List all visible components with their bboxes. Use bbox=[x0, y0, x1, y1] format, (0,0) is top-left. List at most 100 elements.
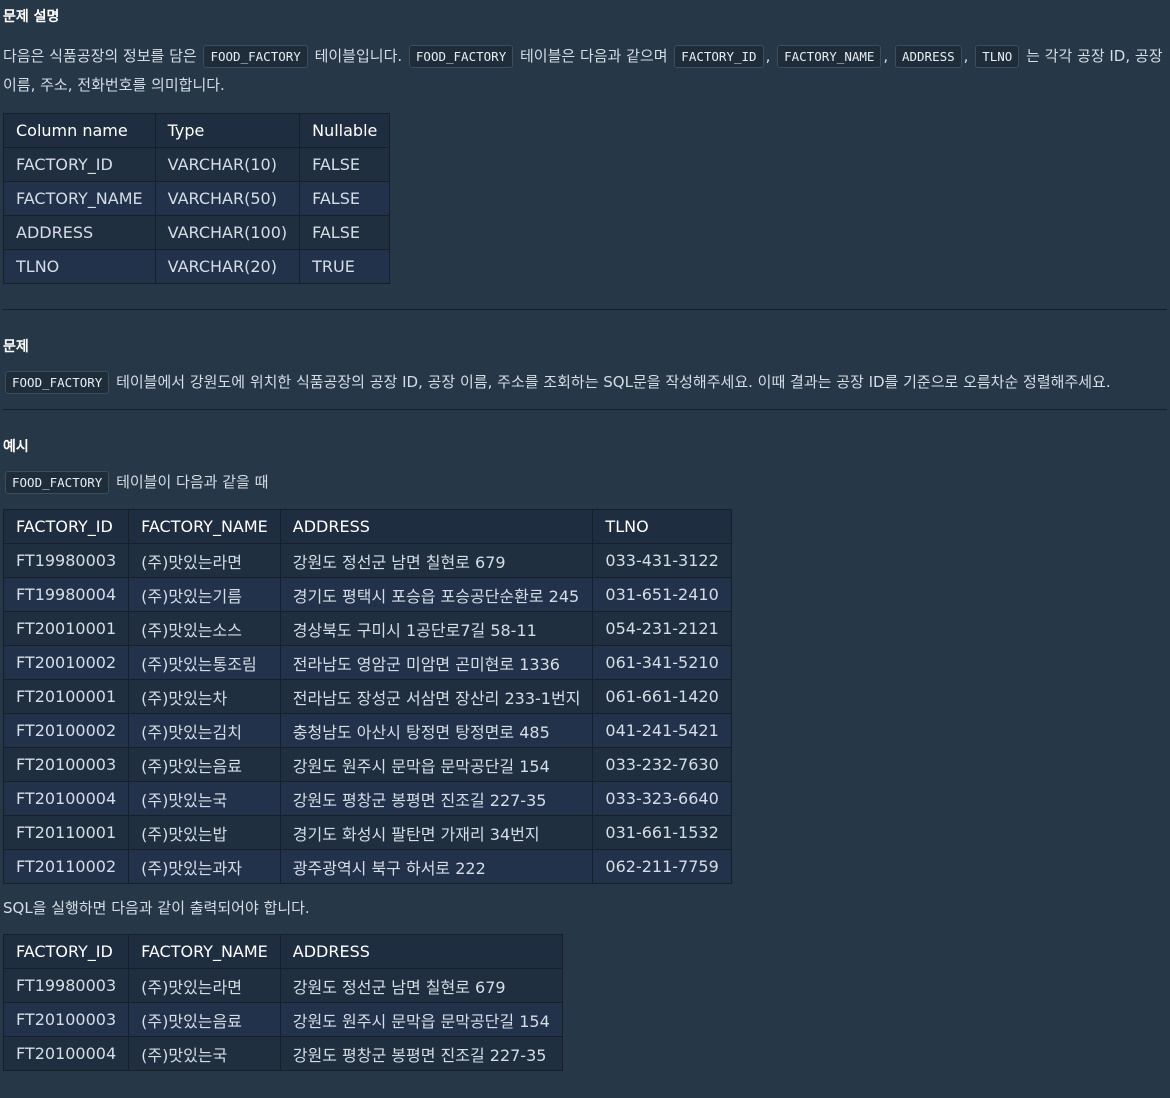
table-header-row: FACTORY_ID FACTORY_NAME ADDRESS bbox=[2, 934, 563, 969]
table-cell: VARCHAR(20) bbox=[154, 249, 301, 284]
table-row: FT19980003 (주)맛있는라면 강원도 정선군 남면 칠현로 679 bbox=[2, 968, 563, 1003]
table-cell: FT20100004 bbox=[2, 1036, 130, 1071]
table-row: FT20010002 (주)맛있는통조림 전라남도 영암군 미암면 곤미현로 133… bbox=[2, 645, 732, 680]
table-cell: (주)맛있는라면 bbox=[128, 968, 281, 1003]
table-cell: FALSE bbox=[299, 147, 391, 182]
table-cell: (주)맛있는과자 bbox=[128, 849, 281, 884]
table-cell: TRUE bbox=[299, 249, 391, 284]
column-header: FACTORY_ID bbox=[2, 934, 130, 969]
column-header: ADDRESS bbox=[279, 509, 594, 544]
column-header: Nullable bbox=[299, 113, 391, 148]
table-cell: 041-241-5421 bbox=[592, 713, 732, 748]
table-header-row: FACTORY_ID FACTORY_NAME ADDRESS TLNO bbox=[2, 509, 732, 544]
table-row: FT20100002 (주)맛있는김치 충청남도 아산시 탕정면 탕정면로 485 0… bbox=[2, 713, 732, 748]
inline-code: FOOD_FACTORY bbox=[203, 45, 308, 68]
table-cell: FACTORY_NAME bbox=[3, 181, 156, 216]
text-span: , bbox=[883, 47, 893, 65]
table-row: TLNO VARCHAR(20) TRUE bbox=[3, 249, 391, 284]
description-paragraph: 다음은 식품공장의 정보를 담은 FOOD_FACTORY 테이블입니다. FO… bbox=[3, 26, 1167, 99]
table-header-row: Column name Type Nullable bbox=[3, 113, 391, 148]
inline-code: FOOD_FACTORY bbox=[408, 45, 514, 68]
column-header: TLNO bbox=[592, 509, 732, 544]
table-row: FT20100004 (주)맛있는국 강원도 평창군 봉평면 진조길 227-35 bbox=[2, 1036, 563, 1071]
inline-code: FACTORY_ID bbox=[674, 45, 764, 68]
table-cell: (주)맛있는김치 bbox=[128, 713, 281, 748]
table-cell: FT19980004 bbox=[2, 577, 130, 612]
table-cell: 광주광역시 북구 하서로 222 bbox=[279, 849, 594, 884]
table-cell: (주)맛있는차 bbox=[128, 679, 281, 714]
table-cell: FT20100003 bbox=[2, 747, 130, 782]
table-row: FT19980003 (주)맛있는라면 강원도 정선군 남면 칠현로 679 033-… bbox=[2, 543, 732, 578]
table-row: FT20100003 (주)맛있는음료 강원도 원주시 문막읍 문막공단길 154 bbox=[2, 1002, 563, 1037]
table-cell: FT20100003 bbox=[2, 1002, 130, 1037]
table-cell: 031-651-2410 bbox=[592, 577, 732, 612]
table-cell: 충청남도 아산시 탕정면 탕정면로 485 bbox=[279, 713, 594, 748]
inline-code: FACTORY_NAME bbox=[777, 45, 882, 68]
table-cell: (주)맛있는국 bbox=[128, 781, 281, 816]
table-row: FT20010001 (주)맛있는소스 경상북도 구미시 1공단로7길 58-11 0… bbox=[2, 611, 732, 646]
table-cell: 강원도 평창군 봉평면 진조길 227-35 bbox=[279, 1036, 563, 1071]
table-cell: (주)맛있는기름 bbox=[128, 577, 281, 612]
table-cell: 054-231-2121 bbox=[592, 611, 732, 646]
table-cell: 강원도 정선군 남면 칠현로 679 bbox=[279, 543, 594, 578]
example-table: FACTORY_ID FACTORY_NAME ADDRESS TLNO FT19980… bbox=[2, 509, 732, 884]
result-table: FACTORY_ID FACTORY_NAME ADDRESS FT19980003(… bbox=[2, 934, 563, 1071]
text-span: 테이블에서 강원도에 위치한 식품공장의 공장 ID, 공장 이름, 주소를 조… bbox=[111, 373, 1111, 391]
table-cell: FT20010002 bbox=[2, 645, 130, 680]
text-span: 다음은 식품공장의 정보를 담은 bbox=[3, 47, 202, 65]
table-cell: 강원도 평창군 봉평면 진조길 227-35 bbox=[279, 781, 594, 816]
table-cell: FT20100002 bbox=[2, 713, 130, 748]
table-cell: FT19980003 bbox=[2, 543, 130, 578]
table-cell: FT20110001 bbox=[2, 815, 130, 850]
table-cell: 061-661-1420 bbox=[592, 679, 732, 714]
table-cell: 경기도 평택시 포승읍 포승공단순환로 245 bbox=[279, 577, 594, 612]
table-cell: (주)맛있는국 bbox=[128, 1036, 281, 1071]
text-span: , bbox=[765, 47, 776, 65]
column-header: FACTORY_NAME bbox=[128, 509, 281, 544]
table-cell: FT20110002 bbox=[2, 849, 130, 884]
table-row: FT20100003 (주)맛있는음료 강원도 원주시 문막읍 문막공단길 154 0… bbox=[2, 747, 732, 782]
inline-code: FOOD_FACTORY bbox=[5, 471, 110, 494]
table-cell: 강원도 정선군 남면 칠현로 679 bbox=[279, 968, 563, 1003]
table-cell: 033-232-7630 bbox=[592, 747, 732, 782]
table-cell: VARCHAR(50) bbox=[154, 181, 301, 216]
table-cell: (주)맛있는밥 bbox=[128, 815, 281, 850]
table-cell: 062-211-7759 bbox=[592, 849, 732, 884]
table-cell: TLNO bbox=[3, 249, 156, 284]
table-row: FT20100001 (주)맛있는차 전라남도 장성군 서삼면 장산리 233-1번… bbox=[2, 679, 732, 714]
table-cell: 강원도 원주시 문막읍 문막공단길 154 bbox=[279, 1002, 563, 1037]
inline-code: FOOD_FACTORY bbox=[5, 371, 110, 394]
table-row: FT20110002 (주)맛있는과자 광주광역시 북구 하서로 222 062-21… bbox=[2, 849, 732, 884]
table-cell: 031-661-1532 bbox=[592, 815, 732, 850]
section-title-description: 문제 설명 bbox=[3, 9, 60, 25]
table-row: FT20100004 (주)맛있는국 강원도 평창군 봉평면 진조길 227-35 0… bbox=[2, 781, 732, 816]
problem-paragraph: FOOD_FACTORY 테이블에서 강원도에 위치한 식품공장의 공장 ID,… bbox=[3, 368, 1167, 397]
table-cell: (주)맛있는라면 bbox=[128, 543, 281, 578]
table-row: FACTORY_NAME VARCHAR(50) FALSE bbox=[3, 181, 391, 216]
table-cell: FT19980003 bbox=[2, 968, 130, 1003]
column-header: Column name bbox=[3, 113, 156, 148]
table-cell: (주)맛있는통조림 bbox=[128, 645, 281, 680]
inline-code: TLNO bbox=[975, 45, 1020, 68]
table-cell: (주)맛있는음료 bbox=[128, 747, 281, 782]
table-cell: FACTORY_ID bbox=[3, 147, 156, 182]
problem-content: 문제 설명 다음은 식품공장의 정보를 담은 FOOD_FACTORY 테이블입… bbox=[0, 0, 1170, 1071]
table-cell: 전라남도 영암군 미암면 곤미현로 1336 bbox=[279, 645, 594, 680]
table-cell: FT20100004 bbox=[2, 781, 130, 816]
text-span: 테이블입니다. bbox=[309, 47, 407, 65]
table-cell: 061-341-5210 bbox=[592, 645, 732, 680]
section-title-problem: 문제 bbox=[3, 339, 29, 355]
table-cell: FALSE bbox=[299, 215, 391, 250]
divider bbox=[3, 409, 1167, 410]
inline-code: ADDRESS bbox=[894, 45, 962, 68]
result-text: SQL을 실행하면 다음과 같이 출력되어야 합니다. bbox=[3, 899, 310, 917]
section-title-example: 예시 bbox=[3, 439, 29, 455]
table-cell: 강원도 원주시 문막읍 문막공단길 154 bbox=[279, 747, 594, 782]
table-cell: ADDRESS bbox=[3, 215, 156, 250]
table-row: FT20110001 (주)맛있는밥 경기도 화성시 팔탄면 가재리 34번지 031… bbox=[2, 815, 732, 850]
text-span: 테이블이 다음과 같을 때 bbox=[111, 473, 269, 491]
table-cell: (주)맛있는소스 bbox=[128, 611, 281, 646]
table-cell: VARCHAR(100) bbox=[154, 215, 301, 250]
table-cell: 033-431-3122 bbox=[592, 543, 732, 578]
table-cell: FT20010001 bbox=[2, 611, 130, 646]
